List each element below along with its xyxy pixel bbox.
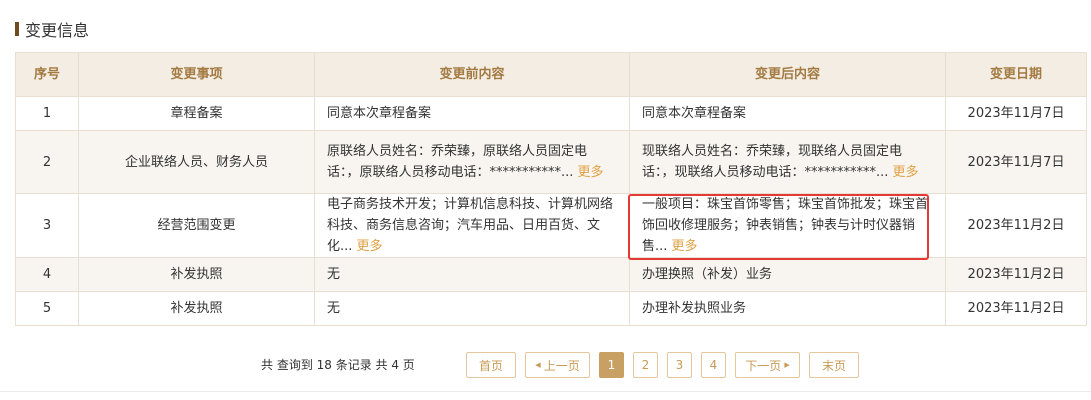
prev-page-label: 上一页: [543, 358, 580, 373]
row-after: 办理补发执照业务: [629, 291, 946, 326]
table-row: 1 章程备案 同意本次章程备案 同意本次章程备案 2023年11月7日: [15, 96, 1087, 131]
after-text: 现联络人员姓名：乔荣臻，现联络人员固定电话：，现联络人员移动电话：*******…: [642, 144, 903, 180]
divider: [0, 391, 1091, 392]
header-date: 变更日期: [945, 52, 1087, 97]
more-link[interactable]: 更多: [578, 165, 604, 180]
after-text: 办理补发执照业务: [642, 301, 747, 316]
row-after: 同意本次章程备案: [629, 96, 946, 131]
title-accent-bar: [15, 22, 19, 36]
row-index: 1: [15, 96, 79, 131]
after-text: 办理换照（补发）业务: [642, 267, 773, 282]
header-item: 变更事项: [78, 52, 315, 97]
pagination-summary: 共 查询到 18 条记录 共 4 页: [261, 358, 415, 372]
after-text: 同意本次章程备案: [642, 106, 747, 121]
triangle-right-icon: ▶: [784, 360, 790, 369]
before-text: 无: [327, 301, 341, 316]
table-row: 3 经营范围变更 电子商务技术开发；计算机信息科技、计算机网络科技、商务信息咨询…: [15, 193, 1087, 258]
header-after: 变更后内容: [629, 52, 946, 97]
page-label: 2: [641, 358, 650, 372]
change-info-table: 序号 变更事项 变更前内容 变更后内容 变更日期 1 章程备案 同意本次章程备案…: [15, 52, 1087, 326]
row-item: 企业联络人员、财务人员: [78, 130, 315, 194]
page-button-2[interactable]: 2: [633, 352, 658, 378]
row-index: 4: [15, 257, 79, 292]
row-before: 原联络人员姓名：乔荣臻，原联络人员固定电话：，原联络人员移动电话：*******…: [314, 130, 630, 194]
first-page-label: 首页: [478, 358, 503, 373]
row-after: 一般项目：珠宝首饰零售；珠宝首饰批发；珠宝首饰回收修理服务；钟表销售；钟表与计时…: [629, 193, 946, 258]
row-before: 同意本次章程备案: [314, 96, 630, 131]
page-button-3[interactable]: 3: [667, 352, 692, 378]
row-item: 章程备案: [78, 96, 315, 131]
last-page-button[interactable]: 末页: [809, 352, 859, 378]
row-item: 经营范围变更: [78, 193, 315, 258]
row-after: 办理换照（补发）业务: [629, 257, 946, 292]
triangle-left-icon: ◀: [535, 360, 541, 369]
row-before: 无: [314, 257, 630, 292]
page-label: 4: [709, 358, 718, 372]
next-page-label: 下一页: [745, 358, 782, 373]
before-text: 无: [327, 267, 341, 282]
page-label: 1: [607, 358, 616, 372]
row-item: 补发执照: [78, 257, 315, 292]
row-date: 2023年11月2日: [945, 193, 1087, 258]
prev-page-button[interactable]: ◀ 上一页: [525, 352, 590, 378]
row-index: 2: [15, 130, 79, 194]
row-date: 2023年11月7日: [945, 130, 1087, 194]
row-after: 现联络人员姓名：乔荣臻，现联络人员固定电话：，现联络人员移动电话：*******…: [629, 130, 946, 194]
table-row: 5 补发执照 无 办理补发执照业务 2023年11月2日: [15, 291, 1087, 326]
section-header: 变更信息: [15, 18, 89, 40]
last-page-label: 末页: [821, 358, 846, 373]
more-link[interactable]: 更多: [893, 165, 919, 180]
more-link[interactable]: 更多: [357, 239, 383, 254]
page-button-4[interactable]: 4: [701, 352, 726, 378]
row-date: 2023年11月2日: [945, 257, 1087, 292]
next-page-button[interactable]: 下一页 ▶: [735, 352, 800, 378]
table-row: 2 企业联络人员、财务人员 原联络人员姓名：乔荣臻，原联络人员固定电话：，原联络…: [15, 130, 1087, 194]
row-before: 电子商务技术开发；计算机信息科技、计算机网络科技、商务信息咨询；汽车用品、日用百…: [314, 193, 630, 258]
page-button-1[interactable]: 1: [599, 352, 624, 378]
row-item: 补发执照: [78, 291, 315, 326]
header-index: 序号: [15, 52, 79, 97]
pagination: 共 查询到 18 条记录 共 4 页 首页 ◀ 上一页 1 2 3 4 下一页 ▶ …: [0, 352, 1091, 378]
more-link[interactable]: 更多: [672, 239, 698, 254]
before-text: 原联络人员姓名：乔荣臻，原联络人员固定电话：，原联络人员移动电话：*******…: [327, 144, 588, 180]
row-index: 3: [15, 193, 79, 258]
before-text: 同意本次章程备案: [327, 106, 432, 121]
table-header-row: 序号 变更事项 变更前内容 变更后内容 变更日期: [15, 52, 1087, 97]
first-page-button[interactable]: 首页: [466, 352, 516, 378]
row-before: 无: [314, 291, 630, 326]
row-date: 2023年11月2日: [945, 291, 1087, 326]
header-before: 变更前内容: [314, 52, 630, 97]
row-date: 2023年11月7日: [945, 96, 1087, 131]
row-index: 5: [15, 291, 79, 326]
table-row: 4 补发执照 无 办理换照（补发）业务 2023年11月2日: [15, 257, 1087, 292]
section-title: 变更信息: [25, 21, 90, 40]
page-label: 3: [675, 358, 684, 372]
